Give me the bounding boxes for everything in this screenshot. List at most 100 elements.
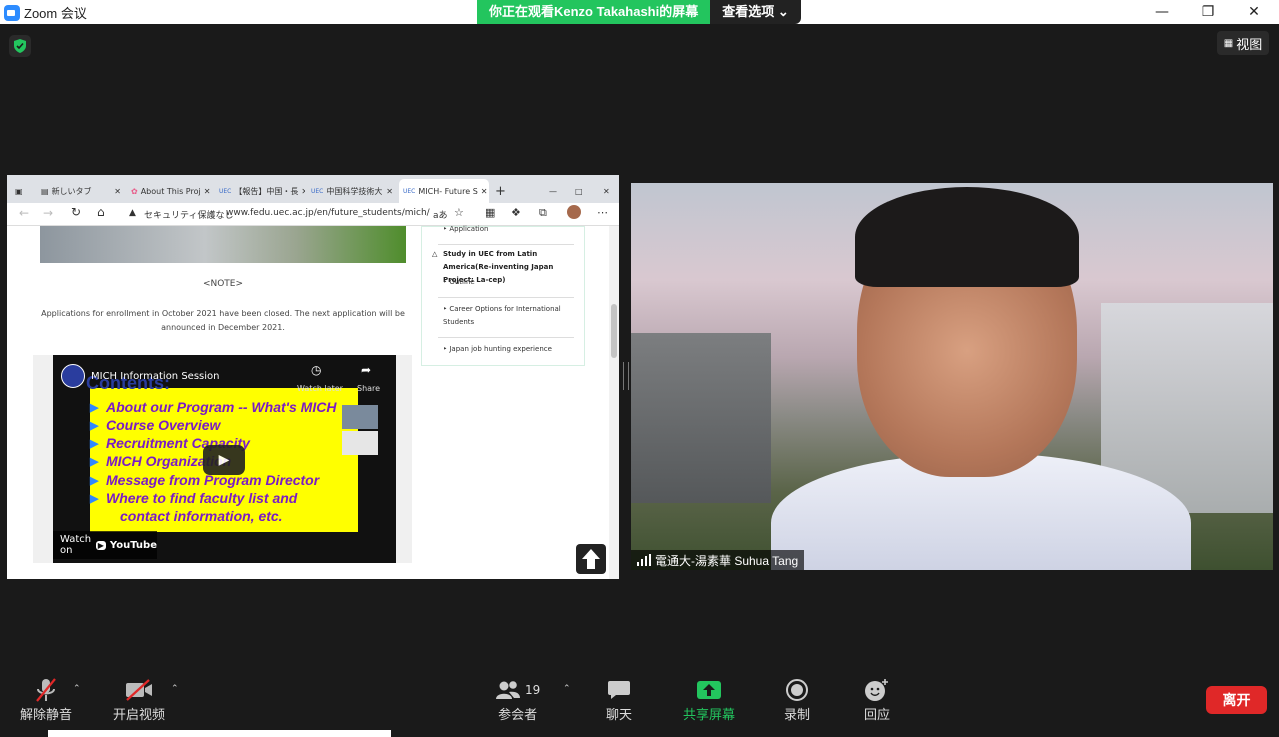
record-button[interactable]: 录制 (784, 676, 810, 723)
zoom-logo-icon (4, 4, 20, 21)
puzzle-icon[interactable]: ❖ (511, 206, 521, 219)
extension-icon[interactable]: ▦ (485, 206, 495, 219)
video-title[interactable]: MICH Information Session (91, 371, 219, 382)
uec-icon: UEC (403, 187, 416, 195)
slide-line: About our Program -- What's MICH (90, 399, 336, 415)
tab-label: About This Proj (140, 186, 201, 196)
close-icon[interactable]: ✕ (1231, 0, 1277, 24)
back-icon[interactable]: ← (19, 206, 29, 220)
url-field[interactable]: www.fedu.uec.ac.jp/en/future_students/mi… (226, 208, 430, 218)
flower-icon: ✿ (131, 186, 138, 196)
participant-name-tag: 電通大-湯素華 Suhua Tang (631, 550, 805, 570)
audio-options-caret-icon[interactable]: ⌃ (73, 684, 81, 694)
browser-tab-mich[interactable]: UEC MICH- Future S ✕ (399, 179, 489, 203)
presenter-thumbnail (342, 405, 378, 429)
sidebar-link-outline[interactable]: ‣ Outline (443, 276, 575, 289)
page-icon: ▤ (41, 186, 49, 196)
tab-label: MICH- Future S (418, 186, 478, 196)
forward-icon[interactable]: → (43, 206, 53, 220)
browser-minimize-icon[interactable]: — (545, 179, 561, 203)
sidebar-link-label: Japan job hunting experience (449, 345, 552, 353)
collections-icon[interactable]: ⧉ (539, 206, 547, 220)
unmute-label: 解除静音 (20, 708, 73, 723)
uec-icon: UEC (219, 187, 232, 195)
view-button[interactable]: ▦ 视图 (1217, 31, 1269, 55)
leave-meeting-button[interactable]: 离开 (1206, 686, 1267, 714)
sidebar-link-job-hunting[interactable]: ‣ Japan job hunting experience (443, 343, 575, 356)
up-arrow-icon (582, 549, 600, 569)
leave-label: 离开 (1222, 693, 1251, 709)
sidebar-link-application[interactable]: ‣ Application (443, 223, 575, 236)
participants-button[interactable]: 19 参会者 (495, 676, 540, 723)
profile-avatar[interactable] (567, 205, 581, 219)
share-arrow-icon[interactable]: ➦ (361, 363, 371, 377)
web-page-content: <NOTE> Applications for enrollment in Oc… (7, 223, 619, 579)
participants-options-caret-icon[interactable]: ⌃ (563, 684, 571, 694)
browser-tab-newtab[interactable]: ▤ 新しいタブ ✕ (37, 179, 125, 203)
channel-logo-icon[interactable] (61, 364, 85, 388)
unmute-button[interactable]: 解除静音 (20, 676, 72, 723)
watch-on-label: Watch on (60, 534, 92, 556)
sidebar-link-career[interactable]: ‣ Career Options for International Stude… (443, 303, 575, 329)
view-options-button[interactable]: 查看选项 ⌄ (710, 0, 801, 24)
youtube-label: YouTube (109, 539, 157, 551)
uec-icon: UEC (311, 187, 324, 195)
page-scrollbar[interactable] (609, 226, 619, 579)
split-drag-handle[interactable] (623, 362, 629, 390)
participants-count: 19 (525, 683, 541, 697)
meeting-toolbar: 解除静音 ⌃ 开启视频 ⌃ 19 参会者 ⌃ 聊天 共享屏幕 录制 回应 (0, 670, 1279, 737)
shared-screen: ▣ ▤ 新しいタブ ✕ ✿ About This Proj ✕ UEC 【報告】中国・長 ✕… (7, 175, 619, 579)
browser-tab-ustc[interactable]: UEC 中国科学技術大 ✕ (307, 179, 397, 203)
tab-close-icon[interactable]: ✕ (386, 187, 393, 196)
restore-icon[interactable]: ❐ (1185, 0, 1231, 24)
reactions-button[interactable]: 回应 (864, 676, 890, 723)
participant-video-tile[interactable]: 電通大-湯素華 Suhua Tang (631, 183, 1273, 570)
tab-close-icon[interactable]: ✕ (301, 187, 305, 196)
share-label[interactable]: Share (357, 384, 380, 393)
chat-button[interactable]: 聊天 (606, 676, 632, 723)
scroll-to-top-button[interactable] (576, 544, 606, 574)
warning-icon: ▲ (129, 208, 136, 218)
chevron-down-icon: ⌄ (777, 4, 789, 19)
slide-line: Where to find faculty list and (90, 490, 297, 506)
taskbar-strip (48, 730, 391, 737)
video-options-caret-icon[interactable]: ⌃ (171, 684, 179, 694)
divider (438, 297, 574, 298)
tab-actions-icon[interactable]: ▣ (11, 179, 35, 203)
sidebar-link-label: Application (449, 225, 489, 233)
start-video-button[interactable]: 开启视频 (113, 676, 165, 723)
tab-close-icon[interactable]: ✕ (204, 187, 211, 196)
reader-mode-icon[interactable]: aあ (433, 208, 448, 221)
screen-share-banner: 你正在观看Kenzo Takahashi的屏幕 查看选项 ⌄ (477, 0, 801, 24)
clock-icon[interactable]: ◷ (311, 363, 321, 377)
chat-icon (607, 676, 631, 704)
minimize-icon[interactable]: — (1139, 0, 1185, 24)
browser-close-icon[interactable]: ✕ (599, 179, 615, 203)
browser-maximize-icon[interactable]: □ (571, 179, 587, 203)
share-screen-label: 共享屏幕 (683, 708, 736, 723)
new-tab-icon[interactable]: + (491, 179, 511, 203)
tab-close-icon[interactable]: ✕ (481, 187, 488, 196)
reload-icon[interactable]: ↻ (71, 205, 81, 219)
app-title: Zoom 会议 (4, 3, 87, 22)
participants-icon (496, 681, 520, 699)
more-menu-icon[interactable]: ⋯ (597, 206, 608, 219)
security-shield-icon[interactable] (9, 35, 31, 57)
application-notice: Applications for enrollment in October 2… (41, 309, 405, 332)
play-icon[interactable]: ▶ (203, 445, 245, 475)
video-player[interactable]: About our Program -- What's MICH Course … (53, 355, 396, 563)
home-icon[interactable]: ⌂ (97, 205, 105, 219)
favorite-star-icon[interactable]: ☆ (454, 206, 464, 219)
scrollbar-thumb[interactable] (611, 304, 617, 358)
tab-close-icon[interactable]: ✕ (114, 187, 121, 196)
watch-later-label[interactable]: Watch later (297, 384, 343, 393)
browser-tab-report[interactable]: UEC 【報告】中国・長 ✕ (215, 179, 305, 203)
browser-tab-about[interactable]: ✿ About This Proj ✕ (127, 179, 213, 203)
participant-thumbnail (342, 431, 378, 455)
video-embed[interactable]: About our Program -- What's MICH Course … (33, 355, 412, 563)
share-screen-button[interactable]: 共享屏幕 (683, 676, 735, 723)
slide-line: contact information, etc. (120, 508, 283, 524)
watch-on-youtube-button[interactable]: Watch on ▶ YouTube (53, 531, 157, 559)
signal-strength-icon (637, 554, 651, 566)
start-video-label: 开启视频 (113, 708, 166, 723)
